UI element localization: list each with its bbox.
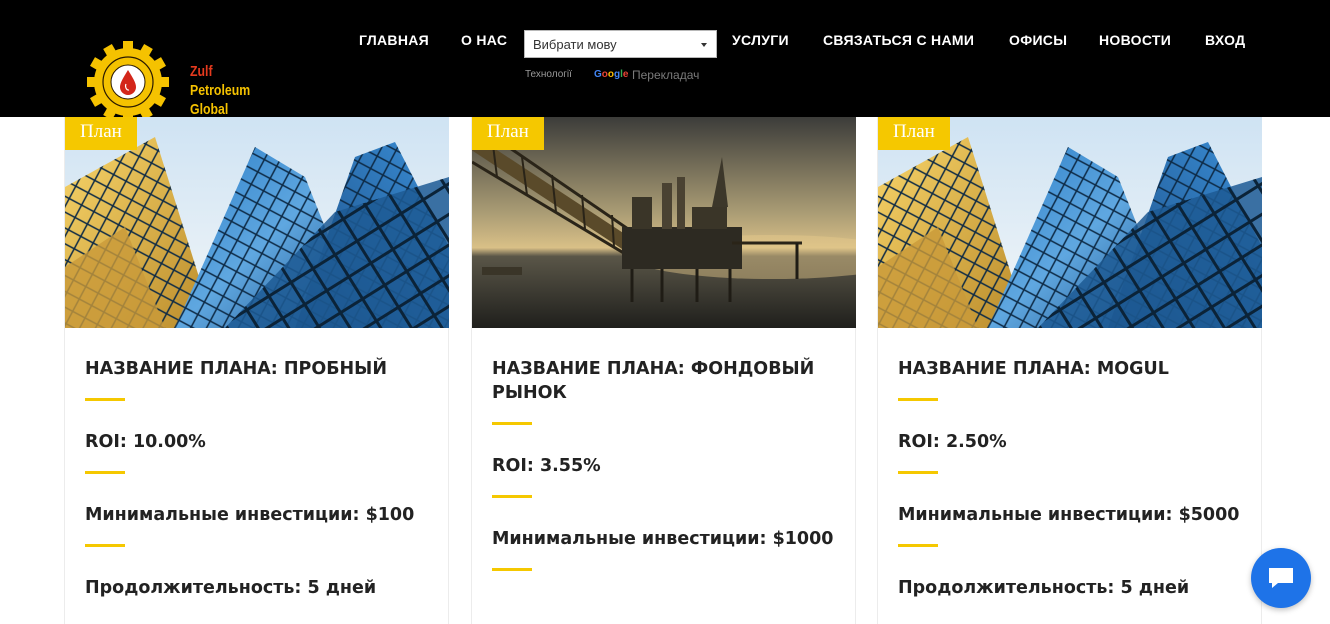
plan-roi: ROI: 3.55% — [492, 456, 601, 476]
nav-item-login[interactable]: ВХОД — [1205, 32, 1245, 48]
plan-badge: План — [65, 117, 137, 150]
language-select[interactable]: Вибрати мову — [524, 30, 717, 58]
powered-by-label: Технології — [525, 69, 572, 80]
plan-duration: Продолжительность: 5 дней — [85, 578, 377, 598]
plan-badge: План — [878, 117, 950, 150]
yellow-divider — [85, 398, 125, 401]
plan-title: НАЗВАНИЕ ПЛАНА: MOGUL — [898, 359, 1169, 379]
chevron-down-icon — [701, 43, 707, 47]
nav-item-offices[interactable]: ОФИСЫ — [1009, 32, 1067, 48]
plan-min-investment: Минимальные инвестиции: $1000 — [492, 529, 834, 549]
yellow-divider — [85, 471, 125, 474]
google-logo[interactable]: Google — [594, 69, 628, 80]
plan-card: План НАЗВАНИЕ ПЛАНА: MOGUL ROI: 2.50% Ми… — [877, 117, 1262, 624]
yellow-divider — [898, 398, 938, 401]
plan-badge: План — [472, 117, 544, 150]
plan-title: НАЗВАНИЕ ПЛАНА: ПРОБНЫЙ — [85, 359, 387, 379]
plan-duration: Продолжительность: 5 дней — [898, 578, 1190, 598]
plan-card-body: НАЗВАНИЕ ПЛАНА: ПРОБНЫЙ ROI: 10.00% Мини… — [85, 357, 435, 600]
plan-card: План НАЗВАНИЕ ПЛАНА: ФОНДОВЫЙ РЫНОК ROI:… — [471, 117, 856, 624]
yellow-divider — [898, 544, 938, 547]
nav-item-contact[interactable]: СВЯЗАТЬСЯ С НАМИ — [823, 32, 974, 48]
yellow-divider — [898, 471, 938, 474]
gear-emblem-icon — [87, 41, 169, 123]
site-header: Zulf Petroleum Global ГЛАВНАЯ О НАС УСЛУ… — [0, 0, 1330, 123]
yellow-divider — [492, 568, 532, 571]
chat-bubble-icon — [1269, 568, 1293, 588]
logo-wordmark: Zulf Petroleum Global — [190, 62, 261, 119]
plan-min-investment: Минимальные инвестиции: $100 — [85, 505, 415, 525]
plan-card-body: НАЗВАНИЕ ПЛАНА: MOGUL ROI: 2.50% Минимал… — [898, 357, 1248, 600]
logo-text-zulf: Zulf — [190, 63, 213, 80]
plan-card: План НАЗВАНИЕ ПЛАНА: ПРОБНЫЙ ROI: 10.00%… — [64, 117, 449, 624]
nav-item-about[interactable]: О НАС — [461, 32, 507, 48]
language-select-value: Вибрати мову — [533, 37, 617, 52]
plan-card-body: НАЗВАНИЕ ПЛАНА: ФОНДОВЫЙ РЫНОК ROI: 3.55… — [492, 357, 842, 601]
logo-text-petroleum: Petroleum — [190, 82, 251, 99]
plan-roi: ROI: 10.00% — [85, 432, 206, 452]
nav-item-home[interactable]: ГЛАВНАЯ — [359, 32, 429, 48]
nav-item-news[interactable]: НОВОСТИ — [1099, 32, 1171, 48]
yellow-divider — [492, 422, 532, 425]
plan-roi: ROI: 2.50% — [898, 432, 1007, 452]
yellow-divider — [492, 495, 532, 498]
yellow-divider — [85, 544, 125, 547]
nav-item-services[interactable]: УСЛУГИ — [732, 32, 789, 48]
plan-title: НАЗВАНИЕ ПЛАНА: ФОНДОВЫЙ РЫНОК — [492, 359, 815, 403]
google-translate-link[interactable]: Перекладач — [632, 68, 699, 82]
plan-min-investment: Минимальные инвестиции: $5000 — [898, 505, 1240, 525]
chat-widget-button[interactable] — [1251, 548, 1311, 608]
